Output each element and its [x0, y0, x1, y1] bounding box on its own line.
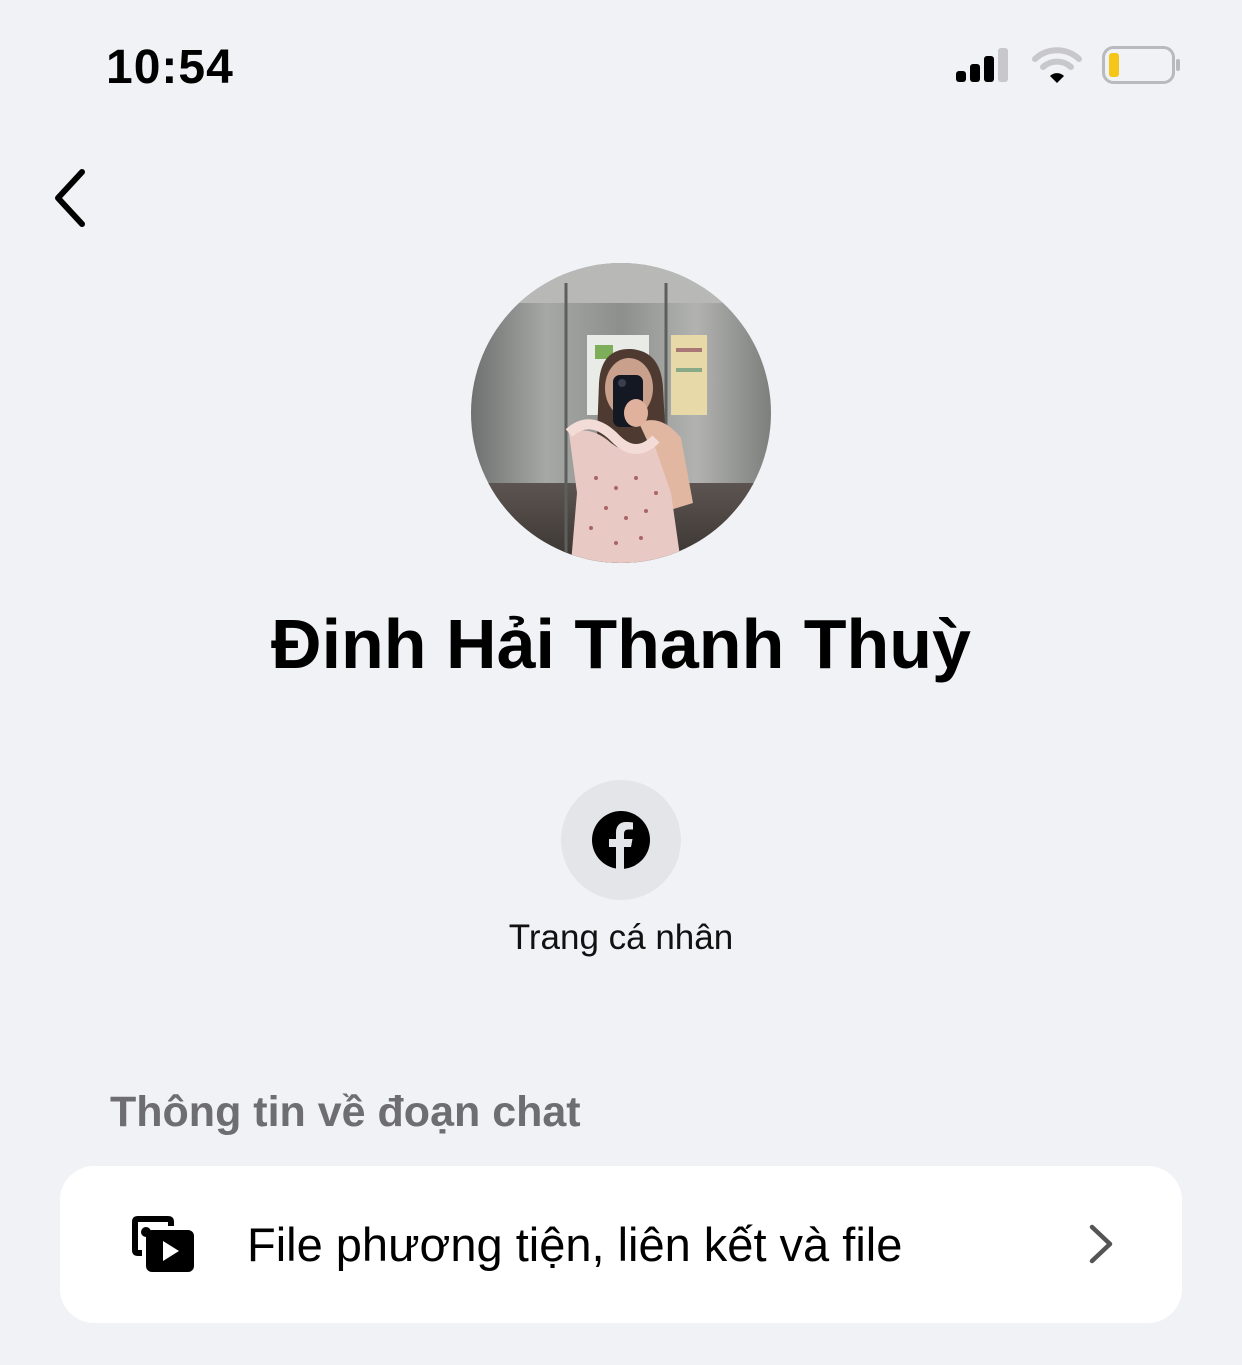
- facebook-icon: [592, 811, 650, 869]
- media-links-files-label: File phương tiện, liên kết và file: [247, 1218, 903, 1271]
- profile-name: Đinh Hải Thanh Thuỳ: [271, 605, 971, 683]
- profile-page-button[interactable]: Trang cá nhân: [471, 780, 771, 962]
- cellular-signal-icon: [956, 48, 1008, 82]
- chat-info-section-title: Thông tin về đoạn chat: [110, 1088, 581, 1136]
- status-icons: [956, 46, 1182, 84]
- status-time: 10:54: [106, 41, 234, 94]
- profile-page-label: Trang cá nhân: [508, 918, 734, 957]
- media-files-icon: [132, 1216, 194, 1272]
- chevron-right-icon: [1089, 1224, 1113, 1264]
- profile-page-icon-circle[interactable]: [561, 780, 681, 900]
- wifi-icon: [1032, 47, 1082, 83]
- back-button[interactable]: [40, 162, 100, 234]
- profile-avatar[interactable]: [471, 263, 771, 563]
- profile-photo: [471, 263, 771, 563]
- media-links-files-item[interactable]: File phương tiện, liên kết và file: [60, 1166, 1182, 1323]
- chevron-left-icon: [55, 169, 85, 227]
- battery-icon: [1102, 46, 1180, 84]
